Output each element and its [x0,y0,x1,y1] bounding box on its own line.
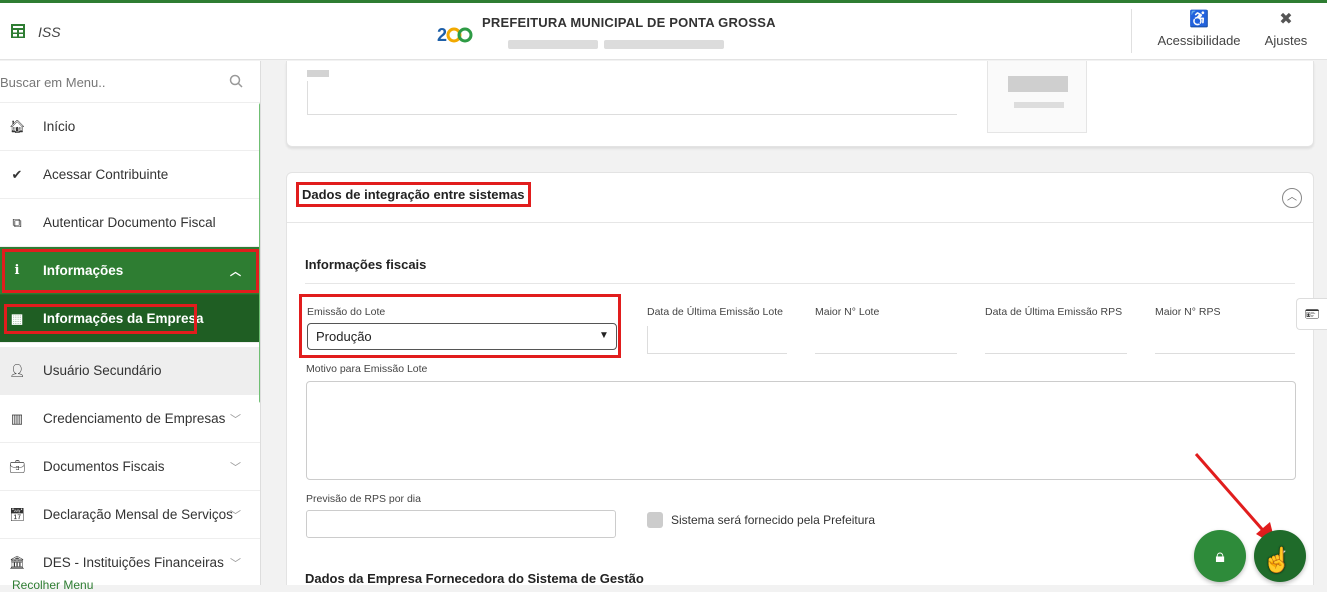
id-card-icon[interactable]: 🪪︎ [1296,298,1327,330]
chevron-down-icon: ﹀ [230,414,241,426]
svg-text:2: 2 [437,25,447,45]
highlight-box [4,304,197,334]
divider [305,283,1295,284]
previsao-rps-label: Previsão de RPS por dia [306,493,421,505]
maior-lote-input[interactable] [815,326,957,354]
sidebar-item-declaracao-mensal[interactable]: 📅︎ Declaração Mensal de Serviços ﹀ [0,491,260,539]
bank-icon: 🏛︎ [9,554,26,570]
collapse-toggle-icon[interactable]: ︿ [1282,188,1302,208]
sidebar-item-informacoes[interactable]: i Informações ︿ [0,247,260,295]
motivo-textarea[interactable] [306,381,1296,480]
redacted-text [508,40,598,49]
maior-rps-input[interactable] [1155,326,1295,354]
menu-search [0,61,260,103]
wheelchair-icon: ♿ [1189,11,1209,28]
fiscal-info-title: Informações fiscais [305,257,427,272]
previsao-rps-input[interactable] [306,510,616,538]
emissao-lote-value: Produção [316,329,372,344]
settings-button[interactable]: ✖ Ajustes [1258,11,1314,48]
maior-lote-label: Maior N° Lote [815,306,880,318]
sidebar-item-autenticar-documento[interactable]: ⧉ Autenticar Documento Fiscal [0,199,260,247]
search-input[interactable] [0,61,220,103]
section-title: Dados de integração entre sistemas [296,182,531,207]
sidebar-item-label: Autenticar Documento Fiscal [43,215,216,230]
app-name: ISS [38,24,61,40]
header: ISS 2 PREFEITURA MUNICIPAL DE PONTA GROS… [0,3,1327,60]
home-icon: 🏠︎ [9,118,26,134]
data-ultima-rps-label: Data de Última Emissão RPS [985,306,1123,318]
data-ultima-rps-input[interactable] [985,326,1127,354]
sidebar-item-label: Acessar Contribuinte [43,167,169,182]
redacted-text [604,40,724,49]
lock-icon: 🔒︎ [1215,546,1225,566]
copy-icon: ⧉ [12,214,22,230]
redacted-image [1014,102,1064,108]
search-icon[interactable] [229,74,243,88]
sidebar-item-credenciamento[interactable]: ▥ Credenciamento de Empresas ﹀ [0,395,260,443]
company-card [286,61,1314,147]
sidebar-item-label: Início [43,119,76,134]
info-icon: i [14,263,20,278]
sidebar: 🏠︎ Início ✔ Acessar Contribuinte ⧉ Auten… [0,61,261,585]
chevron-up-icon: ︿ [230,266,241,278]
government-title: PREFEITURA MUNICIPAL DE PONTA GROSSA [482,15,776,30]
sidebar-item-informacoes-empresa[interactable]: ▦ Informações da Empresa [0,295,260,343]
fornecedora-title: Dados da Empresa Fornecedora do Sistema … [305,571,644,585]
sidebar-item-label: Documentos Fiscais [43,459,165,474]
sidebar-item-inicio[interactable]: 🏠︎ Início [0,103,260,151]
lock-button[interactable]: 🔒︎ [1194,530,1246,582]
briefcase-icon: 💼︎ [9,458,26,474]
sidebar-item-label: Usuário Secundário [43,363,162,378]
redacted-text [307,70,329,77]
sidebar-scrollbar[interactable] [259,103,260,403]
emissao-lote-select[interactable]: Produção [307,323,617,350]
sidebar-item-label: Credenciamento de Empresas [43,411,226,426]
main-content: Dados de integração entre sistemas ︿ Inf… [262,61,1327,585]
redacted-image [1008,76,1068,92]
data-ultima-lote-label: Data de Última Emissão Lote [647,306,783,318]
motivo-label: Motivo para Emissão Lote [306,363,428,375]
sidebar-item-acessar-contribuinte[interactable]: ✔ Acessar Contribuinte [0,151,260,199]
tools-icon: ✖ [1279,11,1293,28]
check-icon: ✔ [11,166,23,182]
table-grid-icon [11,24,25,38]
redacted-field [307,81,957,115]
header-divider [1131,9,1132,53]
sidebar-item-label: DES - Instituições Financeiras [43,555,224,570]
emissao-lote-label: Emissão do Lote [307,306,386,318]
section-header: Dados de integração entre sistemas ︿ [287,173,1313,223]
integration-card: Dados de integração entre sistemas ︿ Inf… [286,172,1314,585]
sistema-prefeitura-checkbox[interactable] [647,512,663,528]
building-icon: ▥ [10,410,24,426]
sistema-prefeitura-label: Sistema será fornecido pela Prefeitura [671,513,876,527]
maior-rps-label: Maior N° RPS [1155,306,1221,318]
settings-label: Ajustes [1264,33,1308,48]
accessibility-label: Acessibilidade [1157,33,1241,48]
chevron-down-icon: ﹀ [230,510,241,522]
chevron-down-icon: ﹀ [230,558,241,570]
accessibility-button[interactable]: ♿ Acessibilidade [1153,11,1245,48]
data-ultima-lote-input[interactable] [647,326,787,354]
collapse-menu-link[interactable]: Recolher Menu [12,578,93,592]
sidebar-item-label: Informações [43,263,124,278]
sidebar-item-documentos-fiscais[interactable]: 💼︎ Documentos Fiscais ﹀ [0,443,260,491]
city-logo-icon: 2 [437,25,473,45]
chevron-down-icon: ﹀ [230,462,241,474]
hand-cursor-icon: ☝ [1262,547,1292,574]
sidebar-item-usuario-secundario[interactable]: 👤︎ Usuário Secundário [0,347,260,395]
user-icon: 👤︎ [9,362,26,378]
sidebar-item-label: Declaração Mensal de Serviços [43,507,233,522]
company-logo-image [987,61,1087,133]
calendar-icon: 📅︎ [9,506,26,522]
